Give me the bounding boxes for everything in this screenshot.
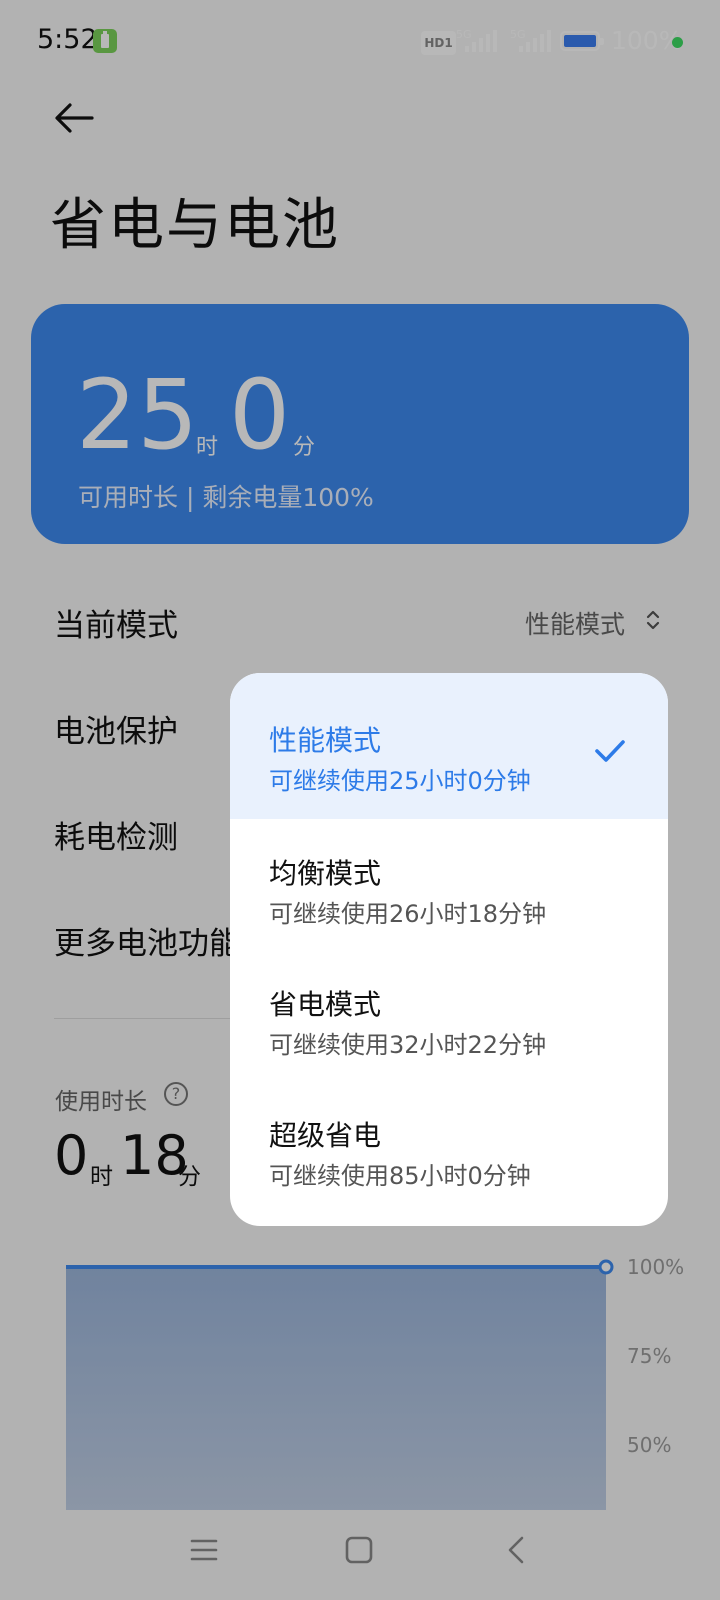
option-description: 可继续使用32小时22分钟 <box>269 1031 547 1059</box>
option-name: 性能模式 <box>269 724 382 757</box>
option-description: 可继续使用85小时0分钟 <box>269 1162 531 1190</box>
option-name: 均衡模式 <box>269 857 382 890</box>
check-icon <box>595 740 625 762</box>
mode-dropdown: 性能模式 可继续使用25小时0分钟 均衡模式 可继续使用26小时18分钟 省电模… <box>230 673 668 1226</box>
option-name: 省电模式 <box>269 988 382 1021</box>
mode-option-power-saving[interactable]: 省电模式 可继续使用32小时22分钟 <box>230 950 668 1081</box>
option-name: 超级省电 <box>269 1119 382 1152</box>
mode-option-performance[interactable]: 性能模式 可继续使用25小时0分钟 <box>230 673 668 819</box>
mode-option-balanced[interactable]: 均衡模式 可继续使用26小时18分钟 <box>230 819 668 950</box>
option-description: 可继续使用26小时18分钟 <box>269 900 547 928</box>
mode-option-super-saving[interactable]: 超级省电 可继续使用85小时0分钟 <box>230 1081 668 1212</box>
option-description: 可继续使用25小时0分钟 <box>269 767 531 795</box>
battery-settings-page: 5:52 HD1 5G 5G 100% 省电与电池 25 时 0 分 可用时长 … <box>0 0 720 1600</box>
